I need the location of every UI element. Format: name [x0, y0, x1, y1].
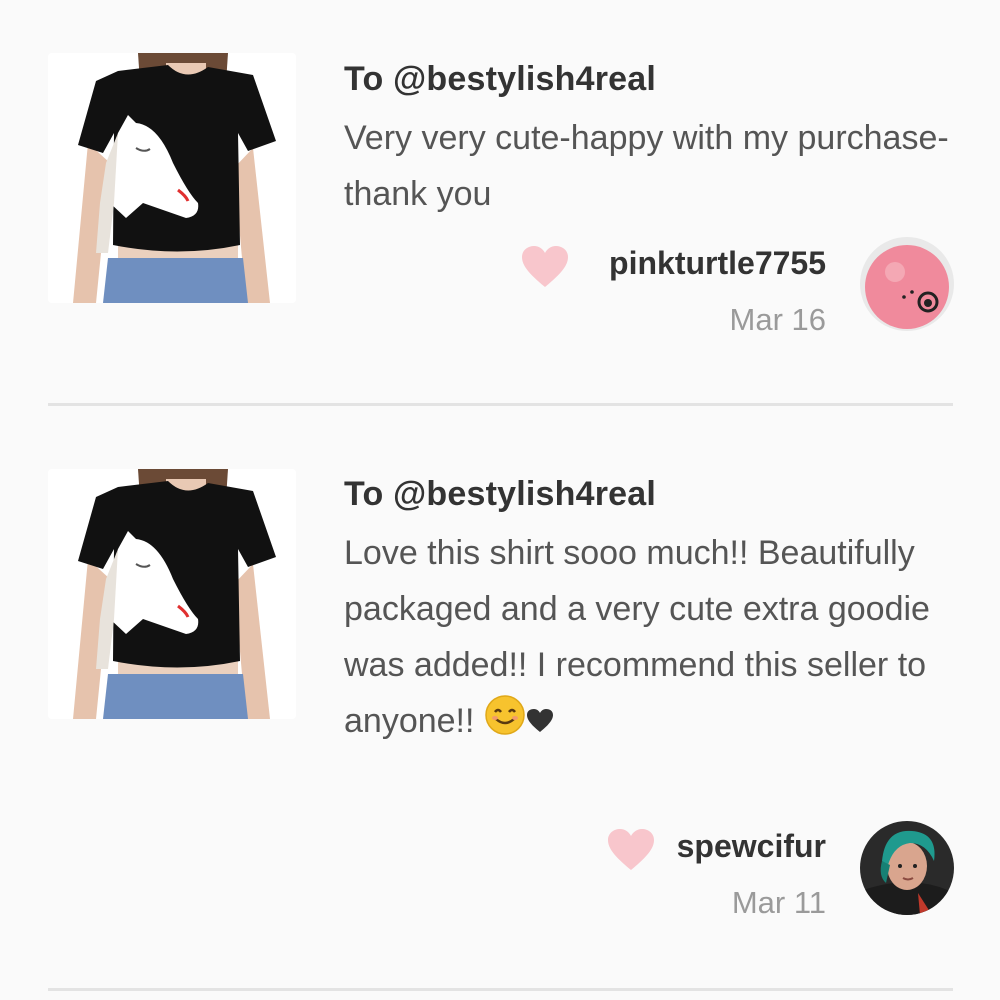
product-thumbnail[interactable] [48, 53, 296, 303]
reviewer-avatar[interactable] [860, 821, 954, 915]
reviewer-avatar[interactable] [860, 237, 954, 331]
heart-icon[interactable] [606, 828, 656, 872]
review-divider [48, 988, 953, 991]
reviewer-username[interactable]: spewcifur [677, 828, 826, 865]
review-date: Mar 11 [731, 885, 826, 920]
smiling-face-emoji [484, 694, 526, 753]
review-item: To @bestylish4real Love this shirt sooo … [0, 407, 1000, 992]
heart-emoji [526, 695, 554, 751]
heart-icon[interactable] [520, 245, 570, 289]
review-date: Mar 16 [729, 302, 826, 337]
review-item: To @bestylish4real Very very cute-happy … [0, 0, 1000, 405]
reviewer-username[interactable]: pinkturtle7755 [609, 245, 826, 282]
review-message: Very very cute-happy with my purchase-th… [344, 119, 949, 213]
review-message: Love this shirt sooo much!! Beautifully … [344, 525, 964, 753]
product-thumbnail[interactable] [48, 469, 296, 719]
review-recipient[interactable]: To @bestylish4real [344, 60, 656, 99]
review-recipient[interactable]: To @bestylish4real [344, 475, 656, 514]
review-message-text: Love this shirt sooo much!! Beautifully … [344, 534, 930, 740]
review-divider [48, 403, 953, 406]
